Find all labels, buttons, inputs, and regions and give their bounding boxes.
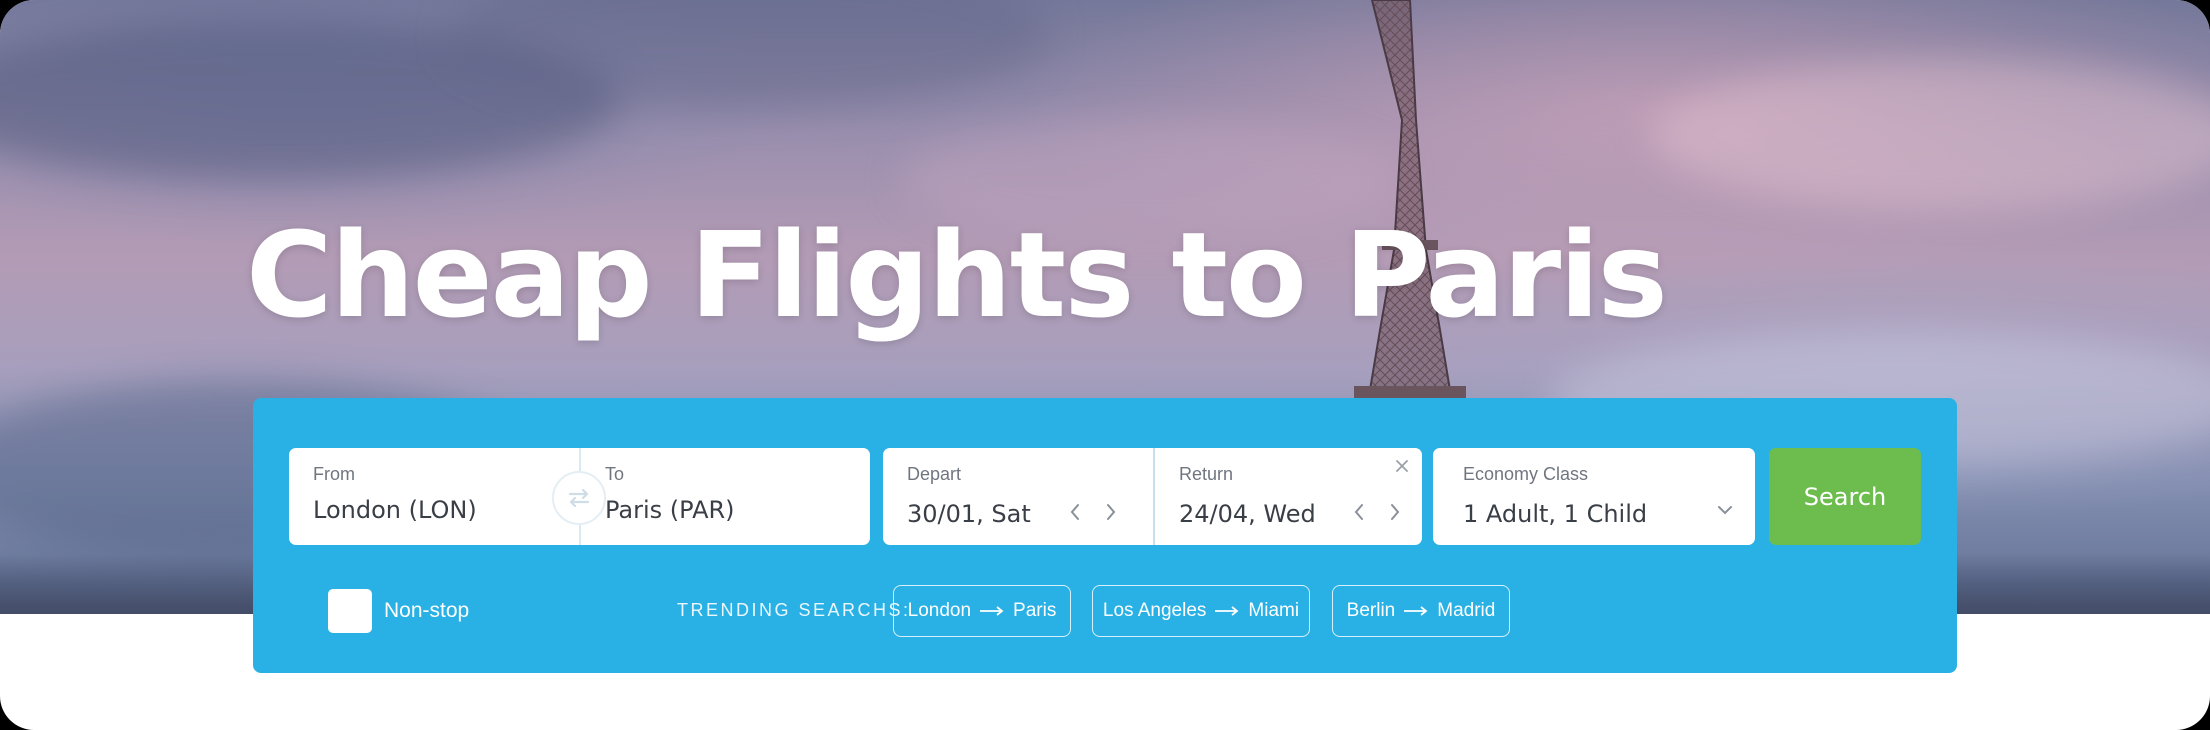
depart-next-button[interactable]	[1103, 500, 1119, 524]
return-value[interactable]: 24/04, Wed	[1179, 500, 1316, 528]
return-prev-button[interactable]	[1351, 500, 1367, 524]
chip-origin: Los Angeles	[1102, 600, 1207, 621]
from-value[interactable]: London (LON)	[313, 496, 477, 524]
chevron-right-icon	[1107, 504, 1116, 520]
depart-label: Depart	[907, 464, 962, 484]
return-next-button[interactable]	[1387, 500, 1403, 524]
chip-origin: London	[907, 600, 972, 621]
chevron-left-icon	[1070, 504, 1079, 520]
from-field[interactable]: From London (LON)	[289, 448, 579, 545]
chip-origin: Berlin	[1346, 600, 1396, 621]
travellers-value[interactable]: 1 Adult, 1 Child	[1463, 500, 1647, 528]
clear-return-button[interactable]	[1392, 456, 1412, 476]
chip-destination: Madrid	[1437, 600, 1496, 621]
depart-value[interactable]: 30/01, Sat	[907, 500, 1031, 528]
travellers-dropdown-toggle[interactable]	[1715, 500, 1735, 520]
chip-destination: Miami	[1248, 600, 1300, 621]
swap-arrows-icon	[568, 488, 590, 508]
from-label: From	[313, 464, 355, 484]
page: Cheap Flights to Paris From London (LON)…	[0, 0, 2210, 730]
route-group: From London (LON) To Paris (PAR)	[289, 448, 870, 545]
travellers-group[interactable]: Economy Class 1 Adult, 1 Child	[1433, 448, 1755, 545]
cabin-class-label: Economy Class	[1463, 464, 1589, 484]
trending-chip[interactable]: Berlin Madrid	[1332, 585, 1510, 637]
long-arrow-right-icon	[1214, 605, 1240, 617]
dates-group: Depart 30/01, Sat Return 24/04, Wed	[883, 448, 1422, 545]
nonstop-checkbox[interactable]	[328, 589, 372, 633]
return-field[interactable]: Return 24/04, Wed	[1153, 448, 1422, 545]
search-button[interactable]: Search	[1769, 448, 1921, 545]
chip-destination: Paris	[1013, 600, 1057, 621]
nonstop-label: Non-stop	[384, 599, 470, 622]
flight-search-panel: From London (LON) To Paris (PAR) Depart …	[253, 398, 1957, 673]
chevron-right-icon	[1391, 504, 1400, 520]
trending-searches-label: TRENDING SEARCHS:	[677, 600, 911, 620]
trending-chip[interactable]: Los Angeles Miami	[1092, 585, 1310, 637]
depart-prev-button[interactable]	[1067, 500, 1083, 524]
to-value[interactable]: Paris (PAR)	[605, 496, 735, 524]
to-label: To	[605, 464, 625, 484]
travellers-field[interactable]: Economy Class 1 Adult, 1 Child	[1433, 448, 1755, 545]
swap-button[interactable]	[552, 471, 606, 525]
to-field[interactable]: To Paris (PAR)	[579, 448, 870, 545]
trending-chip[interactable]: London Paris	[893, 585, 1071, 637]
long-arrow-right-icon	[979, 605, 1005, 617]
page-title: Cheap Flights to Paris	[246, 206, 1668, 344]
depart-field[interactable]: Depart 30/01, Sat	[883, 448, 1153, 545]
close-icon	[1396, 460, 1408, 472]
chevron-down-icon	[1718, 506, 1732, 515]
return-label: Return	[1179, 464, 1234, 484]
long-arrow-right-icon	[1403, 605, 1429, 617]
chevron-left-icon	[1354, 504, 1363, 520]
nonstop-option[interactable]: Non-stop	[328, 589, 469, 633]
